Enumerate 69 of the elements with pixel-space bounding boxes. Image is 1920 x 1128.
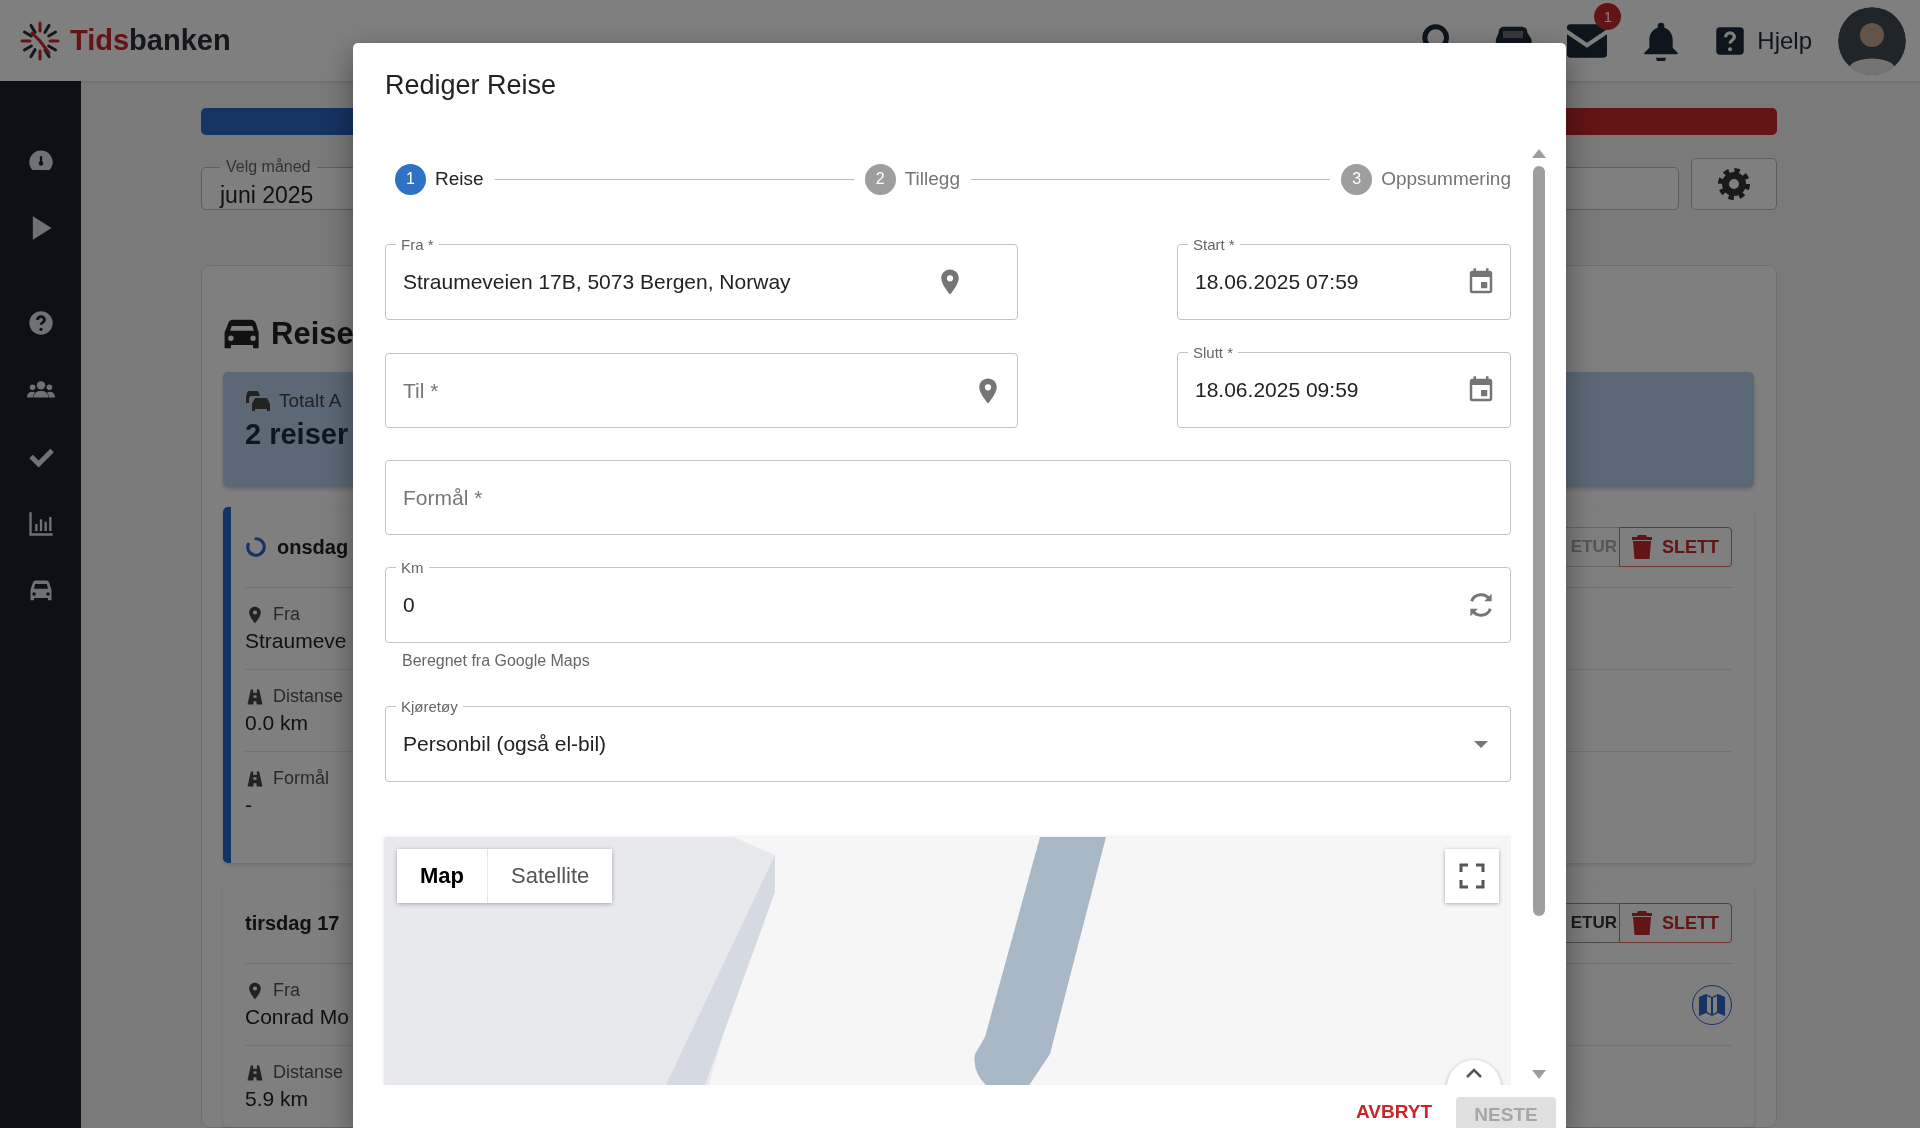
map-button[interactable]: [1692, 984, 1732, 1025]
help-icon[interactable]: [1715, 25, 1746, 56]
step-label: Tillegg: [904, 168, 960, 190]
trip-field-label: Fra: [273, 980, 300, 1001]
trip-field-value: -: [245, 793, 253, 817]
trash-icon: [1632, 911, 1652, 935]
scroll-up-arrow[interactable]: [1531, 149, 1546, 158]
trip-field-value: Straumeve: [245, 629, 347, 653]
avatar[interactable]: [1838, 6, 1906, 75]
month-value: juni 2025: [220, 182, 314, 209]
scroll-down-arrow[interactable]: [1531, 1070, 1546, 1079]
field-label: Start *: [1192, 236, 1236, 253]
field-input[interactable]: Personbil (også el-bil): [403, 732, 1474, 756]
trash-icon: [1632, 535, 1652, 559]
helper-text: Beregnet fra Google Maps: [402, 652, 591, 670]
field-input[interactable]: 0: [403, 593, 1466, 617]
summary-label: Totalt A: [279, 390, 342, 412]
map-type-button[interactable]: Map: [397, 849, 487, 903]
step-number: 2: [864, 163, 896, 195]
field-label: Slutt *: [1192, 344, 1235, 361]
step-label: Reise: [435, 168, 484, 190]
summary-value: 2 reiser: [245, 418, 349, 451]
field-label: Fra *: [400, 236, 435, 253]
car-icon: [223, 318, 261, 350]
help-link[interactable]: Hjelp: [1757, 26, 1812, 55]
field-input[interactable]: 18.06.2025 09:59: [1195, 378, 1466, 402]
field-label: Km: [400, 559, 425, 576]
trip-date: onsdag: [277, 535, 349, 559]
field-input[interactable]: 18.06.2025 07:59: [1195, 270, 1466, 294]
fullscreen-button[interactable]: [1445, 849, 1499, 903]
notification-badge: 1: [1594, 2, 1622, 30]
vehicle-select[interactable]: Kjøretøy Personbil (også el-bil): [385, 698, 1511, 782]
cars-icon: [245, 390, 271, 412]
field-label: Velg måned: [225, 158, 312, 176]
map-type-button[interactable]: Satellite: [487, 849, 613, 903]
datetime-field[interactable]: Slutt * 18.06.2025 09:59: [1177, 344, 1511, 428]
fullscreen-icon: [1459, 863, 1485, 889]
logo-text: Tidsbanken: [70, 24, 231, 57]
trip-date: tirsdag 17: [245, 911, 340, 935]
field-input[interactable]: Til *: [403, 378, 973, 403]
field-label: Kjøretøy: [400, 698, 459, 715]
step-number: 3: [1341, 163, 1373, 195]
dialog-title: Rediger Reise: [384, 69, 558, 102]
trip-field-label: Fra: [273, 604, 300, 625]
trip-field-label: Formål: [273, 768, 329, 789]
map-icon: [1699, 993, 1725, 1016]
step-label: Oppsummering: [1381, 168, 1511, 190]
cancel-button[interactable]: AVBRYT: [1356, 1101, 1432, 1123]
trip-field-label: Distanse: [273, 1062, 344, 1083]
step[interactable]: 1 Reise: [395, 163, 484, 195]
section-title: Reise: [271, 316, 354, 352]
spinner-icon: [245, 536, 267, 558]
trip-field-label: Distanse: [273, 686, 344, 707]
settings-button[interactable]: [1691, 158, 1777, 210]
help-icon[interactable]: [26, 309, 55, 337]
address-field[interactable]: Til *: [385, 353, 1018, 428]
step[interactable]: 2 Tillegg: [864, 163, 960, 195]
scrollbar-thumb[interactable]: [1532, 166, 1545, 916]
caret-icon: [1465, 1068, 1483, 1078]
field-input[interactable]: Straumeveien 17B, 5073 Bergen, Norway: [403, 270, 935, 294]
dropdown-caret-icon: [1474, 740, 1488, 748]
bar-chart-icon[interactable]: [26, 510, 55, 538]
field-input[interactable]: Formål *: [403, 485, 1496, 510]
trip-field-value: 5.9 km: [245, 1087, 310, 1111]
trip-field-value: 0.0 km: [245, 711, 310, 735]
step[interactable]: 3 Oppsummering: [1341, 163, 1511, 195]
purpose-field[interactable]: Formål *: [385, 460, 1511, 535]
trip-field-value: Conrad Mo: [245, 1005, 349, 1029]
step-number: 1: [395, 163, 426, 195]
